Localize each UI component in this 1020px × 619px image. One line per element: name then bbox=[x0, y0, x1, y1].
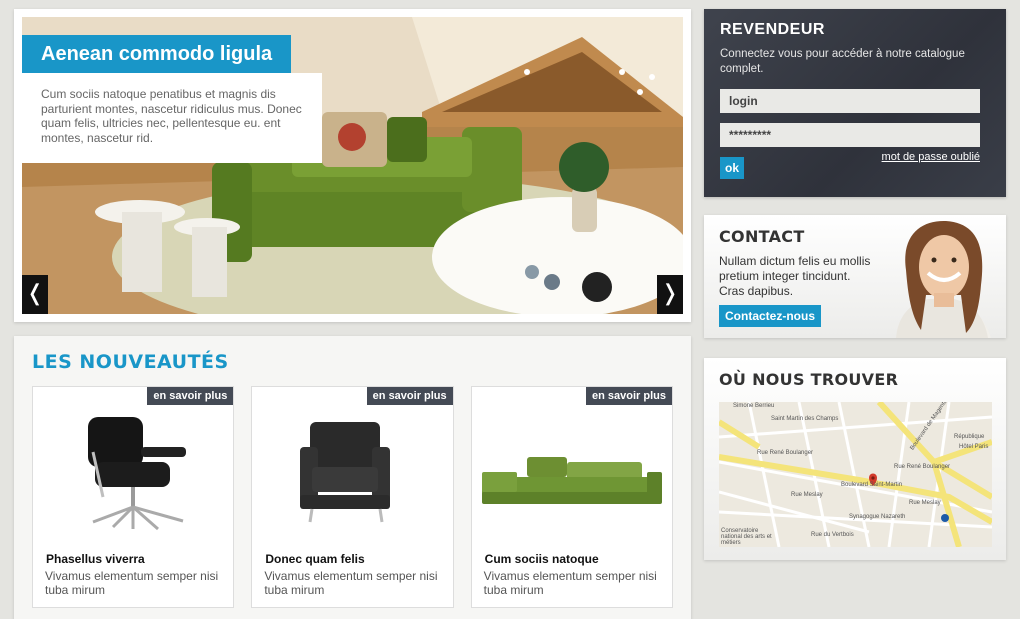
hero-title: Aenean commodo ligula bbox=[22, 35, 292, 73]
map-label: Rue Meslay bbox=[909, 500, 941, 506]
contact-button[interactable]: Contactez-nous bbox=[719, 305, 821, 327]
product-desc: Vivamus elementum semper nisi tuba mirum bbox=[264, 569, 438, 597]
map-label: République bbox=[954, 434, 985, 440]
learn-more-button[interactable]: en savoir plus bbox=[586, 387, 672, 405]
map-label: Rue du Vertbois bbox=[811, 532, 854, 538]
ok-button[interactable]: ok bbox=[720, 157, 744, 179]
learn-more-button[interactable]: en savoir plus bbox=[147, 387, 234, 405]
reseller-title: REVENDEUR bbox=[720, 21, 825, 38]
map-label: Rue René Boulanger bbox=[757, 450, 814, 456]
login-field[interactable] bbox=[720, 89, 980, 113]
slider-prev-button[interactable]: ❬ bbox=[22, 275, 48, 314]
product-title: Cum sociis natoque bbox=[484, 552, 599, 566]
new-products-title: LES NOUVEAUTÉS bbox=[32, 351, 229, 373]
contact-panel: CONTACT Nullam dictum felis eu mollis pr… bbox=[704, 215, 1006, 338]
product-card[interactable]: en savoir plus Cum sociis natoque Vivamu… bbox=[470, 386, 673, 608]
reseller-text: Connectez vous pour accéder à notre cata… bbox=[720, 48, 965, 75]
product-desc: Vivamus elementum semper nisi tuba mirum bbox=[45, 569, 219, 597]
map-streets bbox=[719, 402, 992, 547]
reseller-login-panel: REVENDEUR Connectez vous pour accéder à … bbox=[704, 9, 1006, 197]
office-chair-image bbox=[88, 417, 186, 531]
password-field[interactable] bbox=[720, 123, 980, 147]
product-title: Donec quam felis bbox=[265, 552, 365, 566]
contact-person-photo bbox=[896, 220, 991, 338]
map-label: Conservatoire national des arts et métie… bbox=[721, 528, 772, 546]
map-label: Rue Meslay bbox=[791, 492, 823, 498]
hero-caption: Cum sociis natoque penatibus et magnis d… bbox=[22, 73, 322, 163]
map-label: Synagogue Nazareth bbox=[849, 514, 906, 520]
contact-text: Nullam dictum felis eu mollis pretium in… bbox=[719, 254, 871, 298]
login-actions: ok mot de passe oublié bbox=[720, 151, 980, 179]
hero-image: Aenean commodo ligula Cum sociis natoque… bbox=[22, 17, 683, 314]
map-label: Boulevard Saint-Martin bbox=[841, 482, 903, 488]
map-label: Hôtel Paris bbox=[959, 444, 989, 450]
product-card[interactable]: en savoir plus Donec quam felis Vivamus … bbox=[251, 386, 454, 608]
map-label: Simone Berrieu bbox=[733, 403, 775, 409]
green-sofa-image bbox=[481, 457, 662, 504]
slider-next-button[interactable]: ❭ bbox=[657, 275, 683, 314]
map-label: Saint Martin des Champs bbox=[771, 416, 839, 422]
location-panel: OÙ NOUS TROUVER Simone Berrieu Saint Mar… bbox=[704, 358, 1006, 560]
location-title: OÙ NOUS TROUVER bbox=[719, 370, 899, 389]
product-list: en savoir plus Phasellus viverra Vivamus… bbox=[32, 386, 673, 608]
product-desc: Vivamus elementum semper nisi tuba mirum bbox=[483, 569, 657, 597]
armchair-image bbox=[300, 422, 391, 523]
new-products-section: LES NOUVEAUTÉS en savoir plus Phasellus … bbox=[14, 336, 691, 619]
forgot-password-link[interactable]: mot de passe oublié bbox=[882, 151, 980, 163]
location-map[interactable]: Simone Berrieu Saint Martin des Champs R… bbox=[719, 402, 992, 547]
product-title: Phasellus viverra bbox=[46, 552, 145, 566]
product-card[interactable]: en savoir plus Phasellus viverra Vivamus… bbox=[32, 386, 235, 608]
map-label: Rue René Boulanger bbox=[894, 464, 951, 470]
learn-more-button[interactable]: en savoir plus bbox=[366, 387, 453, 405]
hero-slider: Aenean commodo ligula Cum sociis natoque… bbox=[14, 9, 691, 322]
